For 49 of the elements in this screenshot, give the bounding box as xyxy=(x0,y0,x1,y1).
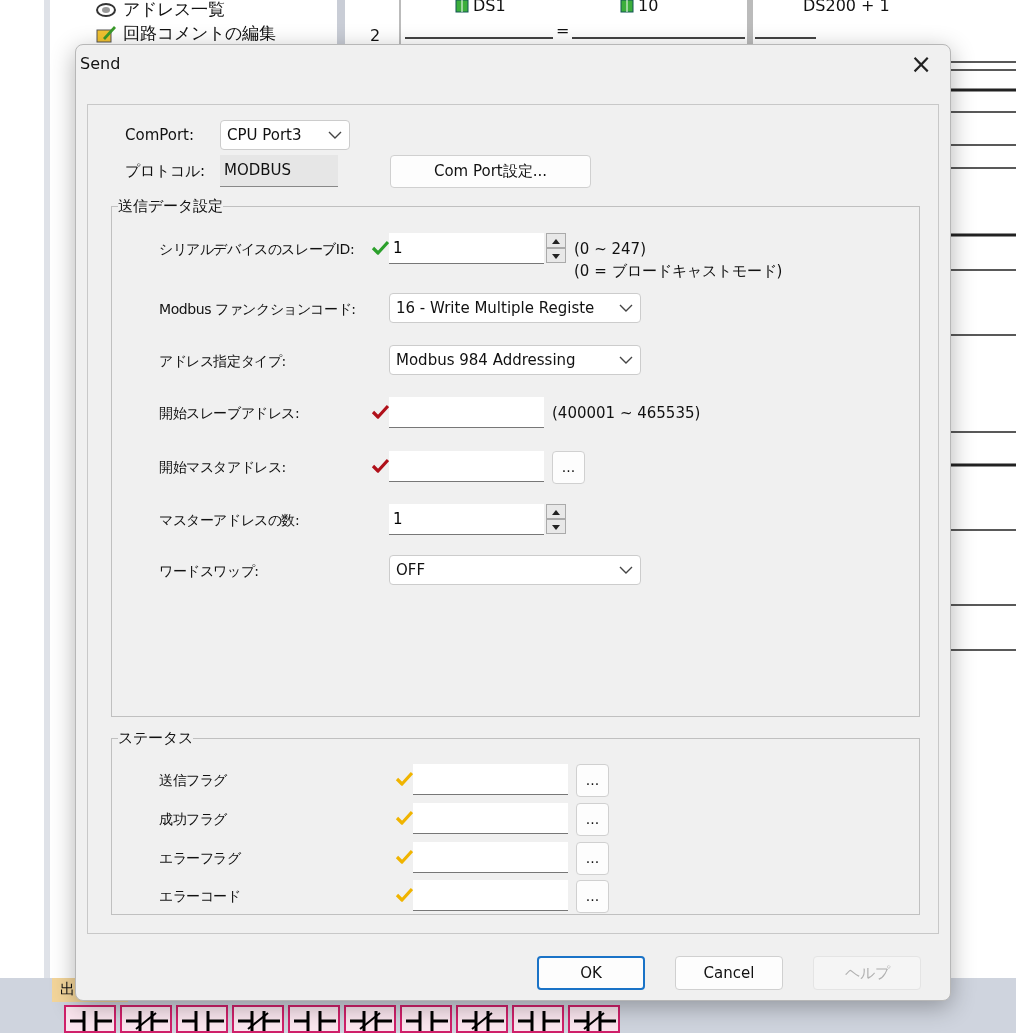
field-label: Modbus ファンクションコード: xyxy=(158,300,357,319)
dropdown[interactable]: Modbus 984 Addressing xyxy=(389,345,641,375)
field-label: エラーコード xyxy=(158,887,242,906)
field-label: 成功フラグ xyxy=(158,810,228,829)
tree-item[interactable]: アドレス一覧 xyxy=(123,0,225,23)
browse-button[interactable]: ... xyxy=(576,803,609,836)
browse-button[interactable]: ... xyxy=(552,451,585,484)
input-field[interactable]: 1 xyxy=(389,504,544,535)
input-field[interactable] xyxy=(389,451,544,482)
protocol-field: MODBUS xyxy=(220,155,338,187)
field-label: プロトコル: xyxy=(124,160,207,182)
spin-control[interactable] xyxy=(546,504,566,534)
dropdown[interactable]: OFF xyxy=(389,555,641,585)
range-hint: (0 ~ 247) xyxy=(574,239,647,260)
dropdown[interactable]: 16 - Write Multiple Registe xyxy=(389,293,641,323)
dialog-button[interactable]: OK xyxy=(537,956,645,990)
field-label: 開始マスタアドレス: xyxy=(158,458,287,477)
browse-button[interactable]: ... xyxy=(576,764,609,797)
group-title: 送信データ設定 xyxy=(118,199,223,214)
field-label: アドレス指定タイプ: xyxy=(158,352,287,371)
field-label: マスターアドレスの数: xyxy=(158,511,301,530)
group-title: ステータス xyxy=(118,731,193,746)
register-icon xyxy=(455,0,469,13)
pencil-note-icon xyxy=(95,24,117,44)
input-field[interactable] xyxy=(413,880,568,911)
tree-item[interactable]: 回路コメントの編集 xyxy=(123,21,276,47)
input-field[interactable] xyxy=(413,842,568,873)
field-label: ワードスワップ: xyxy=(158,562,260,581)
window-title: Send xyxy=(80,53,121,75)
rung-number: 2 xyxy=(370,25,381,47)
register-icon xyxy=(620,0,634,13)
spin-control[interactable] xyxy=(546,233,566,263)
field-label: シリアルデバイスのスレーブID: xyxy=(158,240,356,259)
port-dropdown[interactable]: CPU Port3 xyxy=(220,120,350,150)
range-hint: (400001 ~ 465535) xyxy=(552,403,701,424)
port-settings-button[interactable]: Com Port設定... xyxy=(390,154,591,188)
field-label: 送信フラグ xyxy=(158,771,228,790)
field-label: ComPort: xyxy=(124,124,196,146)
dialog-button[interactable]: Cancel xyxy=(675,956,783,990)
browse-button[interactable]: ... xyxy=(576,880,609,913)
field-label: 開始スレーブアドレス: xyxy=(158,404,301,423)
range-hint: (0 = ブロードキャストモード) xyxy=(574,260,783,282)
close-button[interactable]: × xyxy=(902,51,940,77)
input-field[interactable]: 1 xyxy=(389,233,544,264)
input-field[interactable] xyxy=(389,397,544,428)
input-field[interactable] xyxy=(413,764,568,795)
input-field[interactable] xyxy=(413,803,568,834)
browse-button[interactable]: ... xyxy=(576,842,609,875)
field-label: エラーフラグ xyxy=(158,849,242,868)
